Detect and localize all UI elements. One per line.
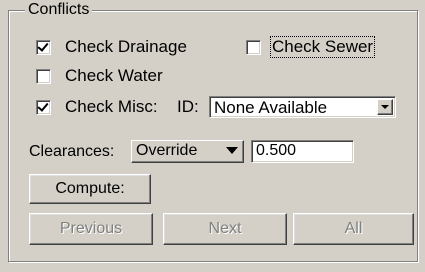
id-combobox[interactable]: None Available [209, 96, 396, 118]
check-sewer-label: Check Sewer [269, 36, 376, 58]
check-water-label: Check Water [65, 66, 163, 85]
all-button[interactable]: All [293, 213, 414, 245]
check-water-row[interactable]: Check Water [36, 65, 163, 87]
chevron-down-icon [381, 105, 389, 109]
check-sewer-checkbox[interactable] [246, 39, 261, 55]
next-button[interactable]: Next [163, 213, 287, 245]
check-water-checkbox[interactable] [36, 68, 51, 84]
dropdown-arrow-icon [226, 147, 238, 154]
clearances-mode-value: Override [136, 142, 198, 159]
previous-button[interactable]: Previous [29, 213, 153, 245]
clearance-value-field[interactable]: 0.500 [251, 140, 354, 163]
check-sewer-row[interactable]: Check Sewer [246, 36, 376, 58]
conflicts-panel: Conflicts Check Drainage Check Sewer Che… [0, 0, 425, 272]
check-drainage-checkbox[interactable] [36, 39, 51, 55]
check-drainage-row[interactable]: Check Drainage [36, 36, 187, 58]
clearances-label: Clearances: [29, 143, 115, 160]
id-combobox-dropdown-button[interactable] [377, 99, 393, 115]
group-title: Conflicts [25, 1, 93, 19]
compute-button[interactable]: Compute: [29, 174, 151, 204]
clearance-value-text: 0.500 [256, 142, 297, 159]
clearances-mode-dropdown[interactable]: Override [131, 140, 244, 163]
check-misc-row[interactable]: Check Misc: [36, 96, 158, 118]
check-misc-checkbox[interactable] [36, 99, 51, 115]
check-misc-label: Check Misc: [65, 97, 158, 116]
id-label: ID: [177, 97, 199, 116]
id-combobox-value: None Available [214, 98, 328, 117]
check-drainage-label: Check Drainage [65, 37, 187, 56]
